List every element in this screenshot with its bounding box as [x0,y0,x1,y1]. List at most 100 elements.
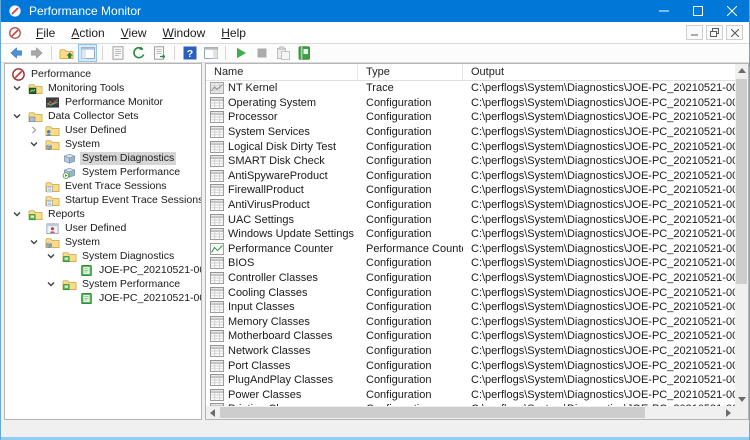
list-row-uac-settings[interactable]: UAC SettingsConfigurationC:\perflogs\Sys… [206,212,735,227]
list-row-power-classes[interactable]: Power ClassesConfigurationC:\perflogs\Sy… [206,387,735,402]
tree-item-system-diagnostics[interactable]: System Diagnostics [5,151,201,165]
row-output: C:\perflogs\System\Diagnostics\JOE-PC_20… [463,257,735,269]
tree-item-system-diagnostics[interactable]: System Diagnostics [5,249,201,263]
tree-item-event-trace-sessions[interactable]: Event Trace Sessions [5,179,201,193]
list-row-controller-classes[interactable]: Controller ClassesConfigurationC:\perflo… [206,271,735,286]
row-output: C:\perflogs\System\Diagnostics\JOE-PC_20… [463,126,735,138]
maximize-icon [693,6,703,16]
tree-item-user-defined[interactable]: User Defined [5,123,201,137]
tree-item-joe-pc-20210521-000001[interactable]: JOE-PC_20210521-000001 [5,291,201,305]
list-row-port-classes[interactable]: Port ClassesConfigurationC:\perflogs\Sys… [206,358,735,373]
tree-item-system-performance[interactable]: System Performance [5,165,201,179]
scroll-left-icon[interactable] [206,406,219,419]
tree-item-reports[interactable]: Reports [5,207,201,221]
up-one-level-button[interactable] [57,44,76,62]
refresh-button[interactable] [129,44,148,62]
config-icon [210,330,224,342]
list-row-network-classes[interactable]: Network ClassesConfigurationC:\perflogs\… [206,344,735,359]
row-output: C:\perflogs\System\Diagnostics\JOE-PC_20… [463,97,735,109]
tree-item-joe-pc-20210521-000001[interactable]: JOE-PC_20210521-000001 [5,263,201,277]
list-row-cooling-classes[interactable]: Cooling ClassesConfigurationC:\perflogs\… [206,285,735,300]
back-button[interactable] [6,44,25,62]
menu-file[interactable]: File [28,23,63,43]
tree-item-system[interactable]: System [5,137,201,151]
row-output: C:\perflogs\System\Diagnostics\JOE-PC_20… [463,82,735,94]
list-row-operating-system[interactable]: Operating SystemConfigurationC:\perflogs… [206,96,735,111]
list-row-plugandplay-classes[interactable]: PlugAndPlay ClassesConfigurationC:\perfl… [206,373,735,388]
config-icon [210,184,224,196]
chevron-expanded-icon[interactable] [27,139,41,149]
minimize-button[interactable] [647,0,681,22]
tree-item-system[interactable]: System [5,235,201,249]
tree-item-performance[interactable]: Performance [5,67,201,81]
tree-item-startup-event-trace-sessions[interactable]: Startup Event Trace Sessions [5,193,201,207]
vertical-scrollbar[interactable] [735,64,748,406]
row-name: BIOS [228,257,254,269]
show-action-pane-button[interactable] [201,44,220,62]
tree-item-system-performance[interactable]: System Performance [5,277,201,291]
list-row-logical-disk-dirty-test[interactable]: Logical Disk Dirty TestConfigurationC:\p… [206,139,735,154]
tree-item-monitoring-tools[interactable]: Monitoring Tools [5,81,201,95]
row-output: C:\perflogs\System\Diagnostics\JOE-PC_20… [463,301,735,313]
scroll-right-icon[interactable] [722,406,735,419]
vertical-scroll-thumb[interactable] [736,79,747,284]
folder-system-icon [44,137,60,152]
list-row-system-services[interactable]: System ServicesConfigurationC:\perflogs\… [206,125,735,140]
properties-button[interactable] [108,44,127,62]
copy-properties-button[interactable] [273,44,292,62]
list-row-antispywareproduct[interactable]: AntiSpywareProductConfigurationC:\perflo… [206,169,735,184]
forward-button[interactable] [27,44,46,62]
child-restore-button[interactable] [706,25,723,40]
scroll-down-icon[interactable] [735,393,748,406]
list-row-windows-update-settings[interactable]: Windows Update SettingsConfigurationC:\p… [206,227,735,242]
tree-item-performance-monitor[interactable]: Performance Monitor [5,95,201,109]
chevron-expanded-icon[interactable] [27,237,41,247]
close-button[interactable] [715,0,749,22]
chevron-collapsed-icon[interactable] [27,125,41,135]
menu-window[interactable]: Window [155,23,214,43]
menu-view[interactable]: View [113,23,155,43]
show-console-tree-button[interactable] [78,44,97,62]
chevron-expanded-icon[interactable] [44,279,58,289]
export-list-button[interactable] [150,44,169,62]
list-row-bios[interactable]: BIOS ConfigurationC:\perflogs\System\Diag… [206,256,735,271]
list-row-firewallproduct[interactable]: FirewallProductConfigurationC:\perflogs\… [206,183,735,198]
list-row-input-classes[interactable]: Input ClassesConfigurationC:\perflogs\Sy… [206,300,735,315]
menu-action[interactable]: Action [63,23,112,43]
help-button[interactable]: ? [180,44,199,62]
list-row-antivirusproduct[interactable]: AntiVirusProductConfigurationC:\perflogs… [206,198,735,213]
menu-help[interactable]: Help [213,23,254,43]
column-header-name[interactable]: Name [206,64,358,80]
row-name: Network Classes [228,345,311,357]
tree-item-data-collector-sets[interactable]: Data Collector Sets [5,109,201,123]
view-report-button[interactable] [294,44,313,62]
back-icon [8,45,24,61]
chevron-expanded-icon[interactable] [10,111,24,121]
list-row-smart-disk-check[interactable]: SMART Disk CheckConfigurationC:\perflogs… [206,154,735,169]
row-name: AntiVirusProduct [228,199,310,211]
list-row-nt-kernel[interactable]: NT KernelTraceC:\perflogs\System\Diagnos… [206,81,735,96]
horizontal-scrollbar[interactable] [206,406,735,419]
child-close-button[interactable] [726,25,743,40]
row-type: Configuration [358,272,463,284]
tree-indent [5,130,27,131]
child-minimize-button[interactable] [686,25,703,40]
chevron-expanded-icon[interactable] [10,209,24,219]
chevron-expanded-icon[interactable] [44,251,58,261]
horizontal-scroll-thumb[interactable] [220,407,645,418]
row-type: Configuration [358,257,463,269]
stop-button[interactable] [252,44,271,62]
list-row-performance-counter[interactable]: Performance CounterPerformance CounterC:… [206,242,735,257]
list-row-processor[interactable]: ProcessorConfigurationC:\perflogs\System… [206,110,735,125]
toolbar-separator [102,46,103,60]
list-row-memory-classes[interactable]: Memory ClassesConfigurationC:\perflogs\S… [206,315,735,330]
column-header-output[interactable]: Output [463,64,735,80]
maximize-button[interactable] [681,0,715,22]
list-row-motherboard-classes[interactable]: Motherboard ClassesConfigurationC:\perfl… [206,329,735,344]
column-header-type[interactable]: Type [358,64,463,80]
folder-events-icon [44,193,60,208]
start-button[interactable] [231,44,250,62]
chevron-expanded-icon[interactable] [10,83,24,93]
tree-item-user-defined[interactable]: User Defined [5,221,201,235]
scroll-up-icon[interactable] [735,64,748,77]
